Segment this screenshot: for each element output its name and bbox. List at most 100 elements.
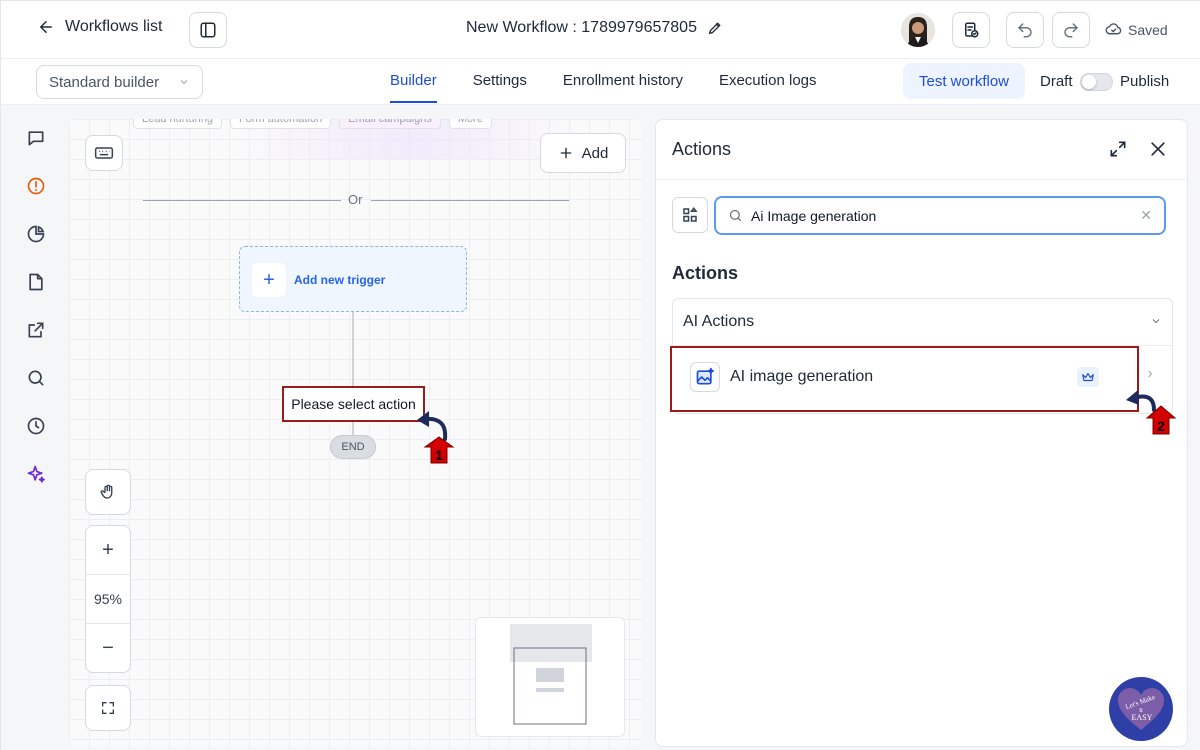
- redo-icon: [1064, 23, 1078, 38]
- back-label: Workflows list: [65, 18, 163, 35]
- workflow-title[interactable]: New Workflow : 1789979657805: [466, 19, 723, 37]
- panel-title: Actions: [672, 139, 732, 159]
- panel-header: Actions: [656, 120, 1187, 180]
- add-trigger-node[interactable]: + Add new trigger: [239, 246, 467, 312]
- fit-screen-icon: [102, 702, 114, 714]
- action-item-label: AI image generation: [730, 368, 874, 385]
- heart-logo-icon: Let's Make It EASY: [1118, 688, 1164, 730]
- alert-icon: [27, 177, 45, 195]
- file-icon: [29, 273, 43, 291]
- sparkle-icon: [27, 465, 45, 483]
- save-status: Saved: [1105, 21, 1168, 38]
- user-avatar-icon: [901, 13, 935, 47]
- top-bar: Workflows list New Workflow : 1789979657…: [1, 1, 1200, 59]
- workflow-canvas[interactable]: Lead nurturing Form automation Email cam…: [69, 119, 641, 747]
- saved-label: Saved: [1128, 21, 1168, 38]
- or-label: Or: [348, 192, 363, 207]
- external-link-icon: [28, 322, 44, 338]
- chat-icon: [28, 131, 44, 146]
- tab-settings[interactable]: Settings: [473, 59, 527, 105]
- category-grid-button[interactable]: [672, 197, 708, 233]
- select-action-node[interactable]: Please select action: [282, 386, 425, 422]
- publish-label: Publish: [1120, 73, 1170, 90]
- rail-item-ai[interactable]: [25, 463, 47, 485]
- rail-item-files[interactable]: [25, 271, 47, 293]
- trigger-label: Add new trigger: [294, 273, 386, 287]
- actions-panel: Actions ✕ Actions AI Actions AI image ge…: [655, 119, 1188, 747]
- avatar[interactable]: [901, 13, 935, 47]
- chevron-down-icon[interactable]: [1150, 315, 1162, 327]
- undo-icon: [1018, 23, 1032, 38]
- zoom-controls: + 95% −: [85, 525, 131, 673]
- rail-item-chat[interactable]: [25, 127, 47, 149]
- rail-item-history[interactable]: [25, 415, 47, 437]
- template-chip-more[interactable]: More: [448, 119, 492, 129]
- template-chip-email-campaigns[interactable]: Email campaigns: [339, 119, 441, 129]
- builder-type-select[interactable]: Standard builder: [36, 65, 203, 99]
- zoom-in-button[interactable]: +: [86, 526, 130, 575]
- publish-toggle[interactable]: [1080, 73, 1113, 91]
- section-heading: Actions: [672, 263, 739, 283]
- action-item-ai-image-generation[interactable]: AI image generation: [670, 346, 1139, 412]
- sidebar-toggle-button[interactable]: [189, 12, 227, 48]
- add-label: Add: [581, 144, 609, 162]
- undo-button[interactable]: [1006, 12, 1044, 48]
- watermark-logo: Let's Make It EASY: [1109, 677, 1173, 741]
- close-icon[interactable]: [1148, 139, 1168, 159]
- pencil-icon[interactable]: [707, 20, 723, 36]
- search-input[interactable]: [751, 207, 1111, 224]
- rail-item-analytics[interactable]: [25, 223, 47, 245]
- left-rail: [1, 105, 61, 750]
- search-icon: [729, 209, 742, 222]
- add-button[interactable]: Add: [540, 133, 626, 173]
- sub-bar: Standard builder Builder Settings Enroll…: [1, 59, 1200, 105]
- redo-button[interactable]: [1052, 12, 1090, 48]
- tab-execution-logs[interactable]: Execution logs: [719, 59, 817, 105]
- cloud-check-icon: [1105, 23, 1122, 35]
- notes-button[interactable]: [952, 12, 990, 48]
- keyboard-icon: [94, 147, 114, 159]
- plus-icon: [560, 147, 571, 159]
- test-workflow-button[interactable]: Test workflow: [903, 63, 1025, 99]
- keyboard-shortcuts-button[interactable]: [85, 135, 123, 171]
- app-window: Workflows list New Workflow : 1789979657…: [0, 0, 1200, 750]
- connector-line: [352, 312, 354, 386]
- rail-item-search[interactable]: [25, 367, 47, 389]
- rail-item-open-external[interactable]: [25, 319, 47, 341]
- search-icon: [28, 370, 44, 386]
- zoom-level: 95%: [86, 575, 130, 624]
- grid-icon: [683, 207, 698, 222]
- clear-search-icon[interactable]: ✕: [1140, 207, 1152, 224]
- premium-crown-icon: [1077, 367, 1099, 387]
- chevron-down-icon: [180, 80, 188, 85]
- template-chip-lead-nurturing[interactable]: Lead nurturing: [133, 119, 222, 129]
- back-to-workflows-link[interactable]: Workflows list: [37, 18, 163, 36]
- minimap-preview: [510, 624, 592, 725]
- plus-icon: +: [252, 263, 286, 297]
- image-sparkle-icon: [690, 362, 720, 392]
- minimap[interactable]: [475, 617, 625, 737]
- divider-left: [143, 200, 341, 201]
- fit-view-button[interactable]: [85, 685, 131, 731]
- sidebar-icon: [200, 22, 216, 38]
- builder-tabs: Builder Settings Enrollment history Exec…: [390, 59, 853, 105]
- rail-item-alerts[interactable]: [25, 175, 47, 197]
- pan-tool-button[interactable]: [85, 469, 131, 515]
- template-chip-form-automation[interactable]: Form automation: [229, 119, 332, 129]
- arrow-left-icon: [40, 21, 52, 33]
- workflow-title-text: New Workflow : 1789979657805: [466, 19, 697, 36]
- expand-icon[interactable]: [1108, 139, 1128, 159]
- actions-search[interactable]: ✕: [714, 196, 1166, 235]
- annotation-number-1: 1: [435, 447, 443, 463]
- template-chips: Lead nurturing Form automation Email cam…: [133, 119, 492, 129]
- chevron-right-icon[interactable]: [1144, 368, 1156, 380]
- zoom-out-button[interactable]: −: [86, 624, 130, 673]
- annotation-number-2: 2: [1157, 418, 1165, 434]
- tab-enrollment-history[interactable]: Enrollment history: [563, 59, 683, 105]
- tab-builder[interactable]: Builder: [390, 59, 437, 105]
- divider-right: [371, 200, 569, 201]
- group-title[interactable]: AI Actions: [683, 313, 754, 331]
- pie-chart-icon: [27, 225, 45, 243]
- connector-line: [352, 422, 354, 435]
- builder-select-value: Standard builder: [49, 73, 160, 91]
